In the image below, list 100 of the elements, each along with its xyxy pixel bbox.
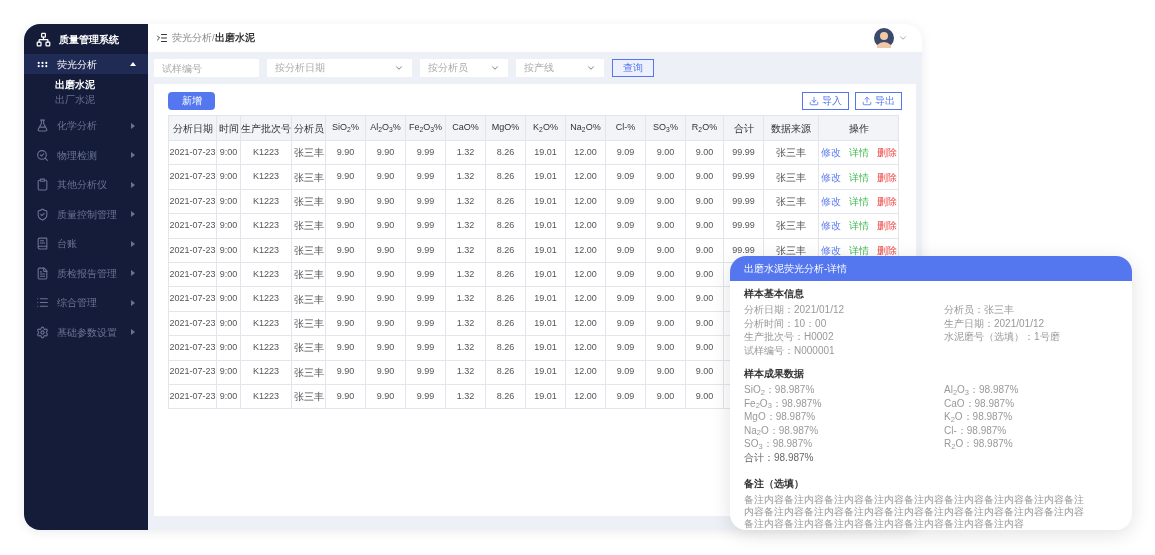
table-cell: 19.01 — [534, 317, 557, 328]
table-cell: 9.90 — [376, 293, 395, 304]
table-cell: 9.99 — [416, 220, 435, 231]
breadcrumb: 荧光分析/出磨水泥 — [172, 30, 256, 45]
table-cell: 张三丰 — [776, 195, 806, 207]
sidebar-item[interactable]: 基础参数设置 — [24, 317, 148, 347]
table-cell: 张三丰 — [293, 220, 324, 232]
sidebar-item[interactable]: 其他分析仪 — [24, 170, 148, 200]
table-cell: 8.26 — [496, 390, 515, 401]
query-button[interactable]: 查询 — [612, 59, 654, 77]
sidebar-item[interactable]: 质量控制管理 — [24, 199, 148, 229]
table-cell: 9.00 — [656, 244, 675, 255]
select-field[interactable]: 按产线 — [516, 59, 604, 77]
sidebar-subitem[interactable]: 出磨水泥 — [55, 78, 148, 92]
detail-field: SO$_{3}$：98.987% — [744, 437, 944, 451]
delete-link[interactable]: 删除 — [876, 218, 897, 234]
add-button[interactable]: 新增 — [168, 92, 215, 110]
table-cell: 9.00 — [695, 244, 714, 255]
detail-link[interactable]: 详情 — [848, 145, 869, 161]
sidebar-subitem[interactable]: 出厂水泥 — [55, 93, 148, 107]
table-cell: 1.32 — [456, 146, 475, 157]
section-title: 样本基本信息 — [744, 287, 805, 301]
table-cell: 19.01 — [534, 220, 557, 231]
table-cell: 9.00 — [656, 342, 675, 353]
column-header: Cl-% — [605, 115, 646, 141]
detail-field: Cl-：98.987% — [944, 423, 1019, 437]
sidebar-item[interactable]: 荧光分析 — [24, 54, 148, 74]
table-cell: 1.32 — [456, 244, 475, 255]
delete-link[interactable]: 删除 — [876, 242, 897, 258]
sidebar-item[interactable]: 台账 — [24, 229, 148, 259]
edit-link[interactable]: 修改 — [820, 169, 841, 185]
detail-link[interactable]: 详情 — [848, 242, 869, 258]
sidebar-item[interactable]: 综合管理 — [24, 288, 148, 318]
edit-link[interactable]: 修改 — [820, 193, 841, 209]
edit-link[interactable]: 修改 — [820, 242, 841, 258]
input-field[interactable]: 试样编号 — [154, 59, 259, 77]
section-title: 备注（选填） — [744, 477, 805, 491]
import-button[interactable]: 导入 — [802, 92, 849, 110]
table-cell: 99.99 — [732, 171, 755, 182]
detail-link[interactable]: 详情 — [848, 169, 869, 185]
shield-icon — [36, 207, 49, 221]
table-cell: 99.99 — [732, 195, 755, 206]
avatar[interactable] — [874, 28, 894, 48]
detail-field: 试样编号：N000001 — [744, 343, 944, 357]
table-cell: 9.99 — [416, 293, 435, 304]
table-cell: 9:00 — [219, 390, 238, 401]
detail-link[interactable]: 详情 — [848, 218, 869, 234]
search-icon — [36, 148, 49, 162]
delete-link[interactable]: 删除 — [876, 193, 897, 209]
menu-icon[interactable] — [156, 32, 168, 44]
select-field[interactable]: 按分析员 — [420, 59, 508, 77]
table-cell: 1.32 — [456, 293, 475, 304]
list-icon — [36, 296, 49, 310]
edit-link[interactable]: 修改 — [820, 218, 841, 234]
table-cell: 19.01 — [534, 366, 557, 377]
table-cell: 19.01 — [534, 293, 557, 304]
table-cell: 9:00 — [219, 293, 238, 304]
table-cell: 1.32 — [456, 195, 475, 206]
table-cell: K1223 — [253, 366, 279, 377]
remark-text: 备注内容备注内容备注内容备注内容备注内容备注内容备注内容备注内容备注内容备注内容备注内容备注内容备注内容备注内容备注内容备注内容备注内容备注内容备注内容备注内容备注内容备注内容备注内容备注内容 — [744, 494, 1085, 530]
table-cell: 9.09 — [616, 195, 635, 206]
section-title: 样本成果数据 — [744, 367, 805, 381]
table-cell: 8.26 — [496, 366, 515, 377]
sidebar-item[interactable]: 物理检测 — [24, 140, 148, 170]
edit-link[interactable]: 修改 — [820, 145, 841, 161]
table-cell: 9.90 — [376, 317, 395, 328]
detail-field: Na$_{2}$O：98.987% — [744, 423, 944, 437]
column-header: 生产批次号 — [240, 115, 292, 141]
table-cell: K1223 — [253, 390, 279, 401]
table-cell: 9.90 — [376, 390, 395, 401]
select-field[interactable]: 按分析日期 — [267, 59, 412, 77]
sidebar-item[interactable]: 化学分析 — [24, 111, 148, 141]
export-button[interactable]: 导出 — [855, 92, 902, 110]
sidebar-item[interactable]: 质检报告管理 — [24, 258, 148, 288]
table-cell: 9.99 — [416, 366, 435, 377]
table-cell: 12.00 — [574, 244, 597, 255]
column-header: CaO% — [445, 115, 486, 141]
total-field: 合计：98.987% — [744, 450, 1118, 464]
delete-link[interactable]: 删除 — [876, 169, 897, 185]
table-cell: 2021-07-23 — [169, 268, 216, 279]
table-cell: 9.99 — [416, 244, 435, 255]
table-cell: 8.26 — [496, 268, 515, 279]
delete-link[interactable]: 删除 — [876, 145, 897, 161]
detail-field: 分析时间：10：00 — [744, 316, 944, 330]
table-cell: 张三丰 — [293, 269, 324, 281]
detail-link[interactable]: 详情 — [848, 193, 869, 209]
table-cell: 12.00 — [574, 195, 597, 206]
table-cell: 8.26 — [496, 342, 515, 353]
table-cell: 张三丰 — [293, 195, 324, 207]
table-cell: 12.00 — [574, 317, 597, 328]
table-cell: 9.00 — [695, 317, 714, 328]
detail-field: CaO：98.987% — [944, 396, 1019, 410]
flask-icon — [36, 119, 49, 133]
download-icon — [809, 96, 819, 106]
chevron-icon — [586, 63, 596, 73]
table-cell: 9.00 — [695, 366, 714, 377]
table-cell: 9.00 — [656, 220, 675, 231]
table-cell: 张三丰 — [293, 391, 324, 403]
table-cell: 9.00 — [656, 293, 675, 304]
table-cell: 1.32 — [456, 317, 475, 328]
